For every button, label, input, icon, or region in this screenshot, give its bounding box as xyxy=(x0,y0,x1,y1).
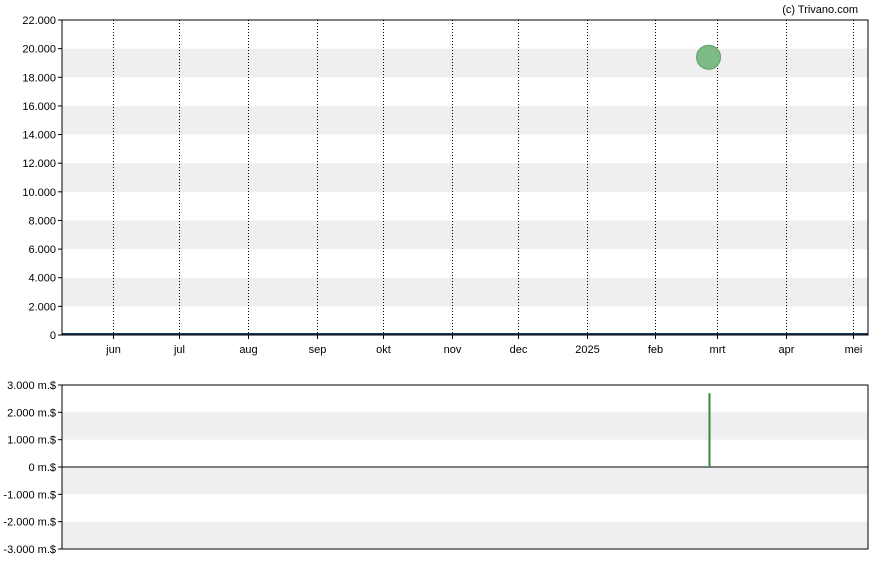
y-tick-label: 12.000 xyxy=(22,158,56,170)
y-tick-label: 0 m.$ xyxy=(28,462,56,474)
credit-text: (c) Trivano.com xyxy=(782,4,858,16)
y-tick-label: 3.000 m.$ xyxy=(7,380,56,392)
x-tick-label: mei xyxy=(845,344,863,356)
y-tick-label: 2.000 xyxy=(28,301,56,313)
volume-band xyxy=(62,467,868,495)
y-tick-label: 20.000 xyxy=(22,44,56,56)
y-tick-label: -2.000 m.$ xyxy=(3,517,56,529)
x-tick-label: 2025 xyxy=(575,344,599,356)
chart-canvas: 0 2.000 4.000 6.000 8.000 10.000 12.000 14.000 1… xyxy=(3,4,869,556)
price-band xyxy=(62,220,868,250)
y-tick-label: -3.000 m.$ xyxy=(3,544,56,556)
x-tick-labels: jun jul aug sep okt nov dec 2025 feb mrt apr mei xyxy=(105,344,862,356)
y-tick-label: 16.000 xyxy=(22,101,56,113)
y-tick-label: -1.000 m.$ xyxy=(3,489,56,501)
x-tick-label: jun xyxy=(105,344,121,356)
y-tick-label: 8.000 xyxy=(28,215,56,227)
price-chart-bands xyxy=(62,48,868,307)
volume-band xyxy=(62,521,868,549)
x-tick-label: mrt xyxy=(710,344,726,356)
y-tick-label: 22.000 xyxy=(22,15,56,27)
volume-y-tick-labels: -3.000 m.$ -2.000 m.$ -1.000 m.$ 0 m.$ 1.000… xyxy=(3,380,62,556)
x-tick-label: apr xyxy=(779,344,795,356)
price-band xyxy=(62,277,868,307)
y-tick-label: 1.000 m.$ xyxy=(7,435,56,447)
price-band xyxy=(62,48,868,78)
volume-chart-bands xyxy=(62,412,868,549)
y-tick-label: 6.000 xyxy=(28,244,56,256)
x-tick-label: sep xyxy=(309,344,327,356)
x-tick-label: nov xyxy=(444,344,462,356)
y-tick-label: 2.000 m.$ xyxy=(7,407,56,419)
x-tick-label: feb xyxy=(648,344,663,356)
volume-band xyxy=(62,412,868,440)
price-band xyxy=(62,163,868,192)
y-tick-label: 0 xyxy=(50,330,56,342)
y-tick-label: 14.000 xyxy=(22,130,56,142)
x-tick-label: jul xyxy=(173,344,185,356)
y-tick-label: 10.000 xyxy=(22,187,56,199)
x-tick-label: dec xyxy=(510,344,528,356)
x-tick-label: okt xyxy=(376,344,391,356)
x-tick-label: aug xyxy=(239,344,257,356)
price-point xyxy=(696,44,722,70)
price-band xyxy=(62,105,868,135)
price-y-tick-labels: 0 2.000 4.000 6.000 8.000 10.000 12.000 14.000 1… xyxy=(22,15,62,342)
y-tick-label: 18.000 xyxy=(22,72,56,84)
y-tick-label: 4.000 xyxy=(28,273,56,285)
